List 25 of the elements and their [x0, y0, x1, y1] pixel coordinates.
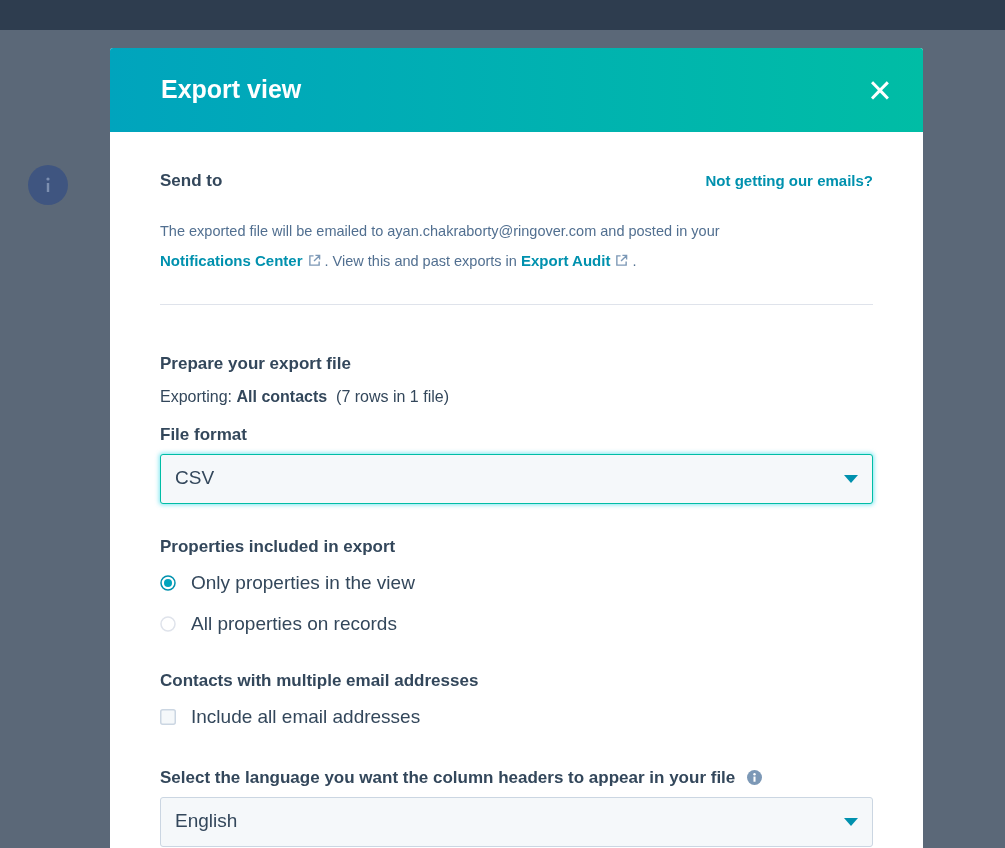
inline-link[interactable]: Notifications Center — [160, 251, 321, 269]
field-label: Select the language you want the column headers to appear in your file — [160, 767, 736, 789]
dropdown-field[interactable]: English — [160, 796, 873, 847]
section-heading: Send to — [160, 170, 223, 192]
external-link-icon — [307, 253, 321, 267]
caret-icon — [844, 817, 858, 826]
field-label: Contacts with multiple email addresses — [160, 670, 480, 692]
notice-text: The exported file will be emailed to ayan.chakraborty@ringover.com and posted in your Notifications Center . View this and past exports in Export Audit . — [160, 221, 721, 271]
section-heading: Prepare your export file — [160, 352, 352, 375]
field-label: File format — [160, 424, 248, 446]
export-summary: Exporting: All contacts (7 rows in 1 file) — [160, 387, 450, 407]
radio-label[interactable]: Only properties in the view — [191, 569, 415, 598]
checkbox-label[interactable]: Include all email addresses — [191, 702, 421, 731]
inline-link[interactable]: Export Audit — [520, 251, 629, 269]
checkbox[interactable] — [160, 708, 176, 725]
field-label: Properties included in export — [160, 535, 397, 558]
info-icon[interactable] — [747, 770, 763, 786]
caret-icon — [844, 474, 858, 483]
radio-button[interactable] — [160, 575, 176, 592]
external-link-icon — [615, 253, 629, 267]
dropdown-field[interactable]: CSV — [160, 453, 873, 504]
info-icon — [28, 165, 68, 205]
dialog-title: Export view — [161, 74, 302, 106]
radio-label[interactable]: All properties on records — [191, 609, 397, 638]
help-link[interactable]: Not getting our emails? — [705, 169, 873, 192]
